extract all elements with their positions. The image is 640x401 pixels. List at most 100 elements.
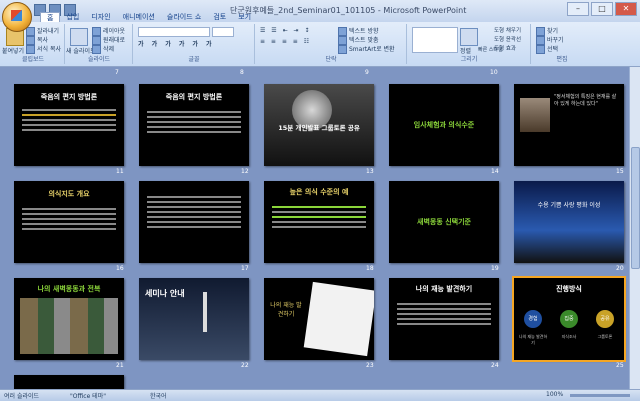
ribbon-tabs: 홈 삽입 디자인 애니메이션 슬라이드 쇼 검토 보기	[40, 12, 257, 22]
slide-title: 죽음의 편지 방법론	[40, 93, 98, 101]
group-label: 슬라이드	[87, 56, 111, 63]
align-buttons[interactable]: ≡ ≡ ≡ ≡ ☷	[260, 38, 311, 45]
tab-review[interactable]: 검토	[207, 12, 232, 22]
slide-title: 진행방식	[556, 285, 582, 293]
shape-fill-button[interactable]: 도형 채우기	[494, 26, 521, 34]
window-controls: – □ ✕	[567, 2, 637, 16]
format-painter-button[interactable]: 서식 복사	[26, 44, 61, 54]
slide-thumbnail[interactable]: 나의 새벽몽동과 전복	[14, 278, 124, 360]
vertical-scrollbar[interactable]	[629, 67, 640, 389]
slide-thumbnail[interactable]: 죽음의 편지 방법론	[14, 84, 124, 166]
slide-number: 20	[616, 265, 624, 272]
slide-number: 7	[115, 69, 119, 76]
slide-number: 18	[366, 265, 374, 272]
slide-thumbnail[interactable]: "정서체험의 특징은 현재를 살아 있게 하는데 있다"	[514, 84, 624, 166]
list-buttons[interactable]: ☰ ☰ ⇤ ⇥ ↕	[260, 27, 311, 34]
slide-title: 의식지도 개요	[48, 190, 90, 198]
maximize-button[interactable]: □	[591, 2, 613, 16]
slide-thumbnail[interactable]	[139, 181, 249, 263]
circle-label: 그룹토론	[597, 334, 613, 339]
slide-thumbnail[interactable]: 나의 재능 발견하기	[264, 278, 374, 360]
slide-number: 21	[116, 362, 124, 369]
slide-number: 8	[240, 69, 244, 76]
title-bar: 단군원후예들_2nd_Seminar01_101105 - Microsoft …	[0, 0, 640, 23]
tab-home[interactable]: 홈	[40, 12, 61, 22]
slide-table	[139, 193, 249, 231]
group-label: 편집	[556, 56, 568, 63]
font-name-combo[interactable]	[138, 27, 210, 37]
tab-slideshow[interactable]: 슬라이드 쇼	[161, 12, 207, 22]
slide-table	[14, 205, 124, 233]
slide-thumbnail[interactable]: 수용 기쁨 사랑 평화 이성	[514, 181, 624, 263]
group-label: 단락	[325, 56, 337, 63]
delete-icon	[92, 45, 101, 54]
font-size-combo[interactable]	[212, 27, 234, 37]
slide-thumbnail[interactable]: 새벽몽동 신택기준	[389, 181, 499, 263]
slide-body	[139, 108, 249, 136]
ribbon: 붙여넣기 잘라내기 복사 서식 복사 클립보드 새 슬라이드 레이아웃 원래대로…	[0, 22, 640, 67]
slide-thumbnail-partial[interactable]	[14, 375, 124, 389]
slide-thumbnail[interactable]: 의식지도 개요	[14, 181, 124, 263]
slide-sorter[interactable]: 7 8 9 10 죽음의 편지 방법론 11 죽음의 편지 방법론 12 15분…	[0, 67, 630, 389]
close-button[interactable]: ✕	[615, 2, 637, 16]
status-language: 한국어	[150, 393, 167, 400]
group-drawing: 정렬 빠른 스타일 도형 채우기 도형 윤곽선 도형 효과 그리기	[408, 24, 531, 64]
group-font: 가 가 가 가 가 가 글꼴	[134, 24, 255, 64]
slide-number: 16	[116, 265, 124, 272]
tab-design[interactable]: 디자인	[85, 12, 116, 22]
font-format-buttons[interactable]: 가 가 가 가 가 가	[138, 39, 215, 48]
slide-number: 15	[616, 168, 624, 175]
slide-number: 22	[241, 362, 249, 369]
slide-number: 25	[616, 362, 624, 369]
circle-focus: 집중	[560, 310, 578, 328]
slide-thumbnail[interactable]: 15분 개인발표 그룹토론 공유	[264, 84, 374, 166]
minimize-button[interactable]: –	[567, 2, 589, 16]
tab-view[interactable]: 보기	[232, 12, 257, 22]
slide-thumbnail[interactable]: 죽음의 편지 방법론	[139, 84, 249, 166]
slide-thumbnail-selected[interactable]: 진행방식 경험 집중 공유 나의 재능 발견하기 지식조사 그룹토론	[512, 276, 626, 362]
office-button[interactable]	[2, 2, 32, 32]
select-button[interactable]: 선택	[536, 44, 558, 54]
tab-animation[interactable]: 애니메이션	[117, 12, 161, 22]
slide-thumbnail[interactable]: 나의 재능 발견하기	[389, 278, 499, 360]
slide-number: 10	[490, 69, 498, 76]
scrollbar-thumb[interactable]	[631, 147, 640, 269]
photo-collage	[20, 298, 118, 354]
status-view-mode: 여러 슬라이드	[4, 393, 40, 400]
group-slides: 새 슬라이드 레이아웃 원래대로 삭제 슬라이드	[66, 24, 133, 64]
group-editing: 찾기 바꾸기 선택 편집	[532, 24, 592, 64]
slide-title: 수용 기쁨 사랑 평화 이성	[537, 202, 601, 209]
slide-title: 높은 의식 수준의 예	[289, 188, 349, 196]
circle-label: 나의 재능 발견하기	[518, 334, 548, 345]
slide-number: 24	[491, 362, 499, 369]
slide-thumbnail[interactable]: 임사체험과 의식수준	[389, 84, 499, 166]
shape-outline-button[interactable]: 도형 윤곽선	[494, 35, 521, 43]
slide-title: 세미나 안내	[145, 289, 185, 298]
slide-number: 11	[116, 168, 124, 175]
smartart-button[interactable]: SmartArt로 변환	[338, 44, 395, 54]
delete-slide-button[interactable]: 삭제	[92, 44, 114, 54]
slide-title: 15분 개인발표 그룹토론 공유	[278, 124, 360, 132]
slide-number: 23	[366, 362, 374, 369]
circle-experience: 경험	[524, 310, 542, 328]
circle-share: 공유	[596, 310, 614, 328]
slide-title: 새벽몽동 신택기준	[417, 218, 471, 226]
zoom-slider[interactable]	[570, 394, 630, 397]
brush-icon	[26, 45, 35, 54]
slide-thumbnail[interactable]: 세미나 안내	[139, 278, 249, 360]
slide-thumbnail[interactable]: 높은 의식 수준의 예	[264, 181, 374, 263]
tab-insert[interactable]: 삽입	[60, 12, 85, 22]
slide-title: 나의 재능 발견하기	[270, 302, 302, 318]
group-label: 클립보드	[21, 56, 45, 63]
slide-number: 14	[491, 168, 499, 175]
slide-body	[14, 106, 124, 134]
zoom-level[interactable]: 100%	[546, 391, 563, 398]
slide-number: 17	[241, 265, 249, 272]
slide-title: 나의 재능 발견하기	[415, 285, 473, 293]
new-slide-icon[interactable]	[70, 28, 88, 46]
group-paragraph: ☰ ☰ ⇤ ⇥ ↕ ≡ ≡ ≡ ≡ ☷ 텍스트 방향 텍스트 맞춤 SmartA…	[256, 24, 407, 64]
slide-quote: "정서체험의 특징은 현재를 살아 있게 하는데 있다"	[554, 94, 617, 107]
shapes-gallery[interactable]	[412, 27, 458, 53]
arrange-icon[interactable]	[460, 28, 478, 46]
shape-effects-button[interactable]: 도형 효과	[494, 44, 516, 52]
